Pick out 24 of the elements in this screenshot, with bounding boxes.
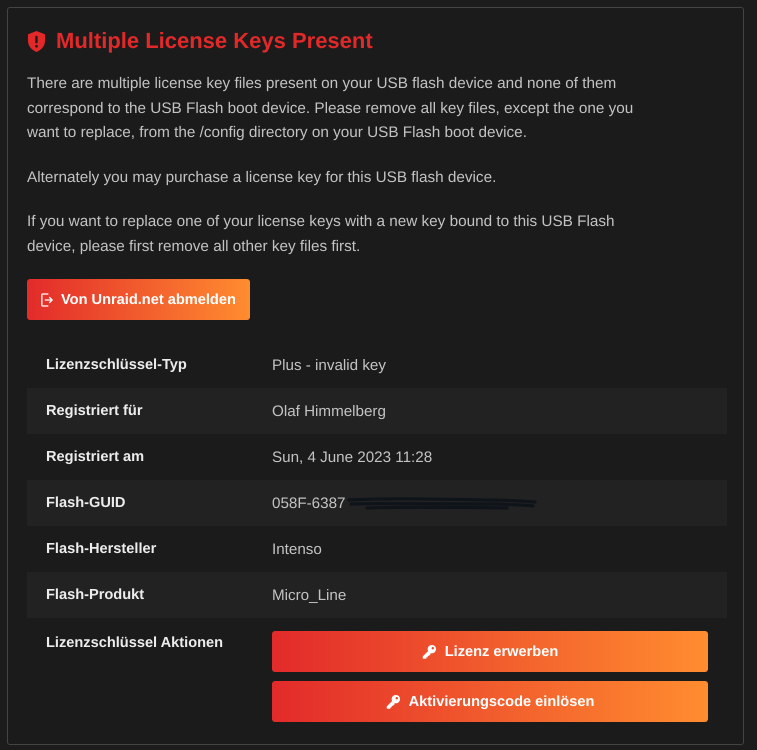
alert-paragraph: There are multiple license key files present on your USB flash device and none of them correspond to the USB Flash boot device. Please remove all key files, except the one you want to replace, from the /config directory on your USB Flash boot device. bbox=[27, 74, 634, 143]
row-value: Sun, 4 June 2023 11:28 bbox=[272, 448, 432, 466]
alert-paragraph: If you want to replace one of your license keys with a new key bound to this USB Flash device, please first remove all other key files first. bbox=[27, 212, 616, 256]
action-button[interactable]: Lizenz erwerben bbox=[272, 631, 708, 672]
row-label: Flash-GUID bbox=[45, 495, 126, 511]
action-button[interactable]: Aktivierungscode einlösen bbox=[272, 681, 708, 722]
key-icon bbox=[422, 644, 437, 659]
row-label: Registriert am bbox=[45, 449, 146, 465]
row-label: Lizenzschlüssel Aktionen bbox=[45, 634, 224, 651]
key-icon bbox=[386, 694, 401, 709]
row-label: Flash-Produkt bbox=[45, 587, 146, 603]
shield-alert-icon bbox=[27, 30, 46, 52]
row-value: Micro_Line bbox=[272, 586, 346, 604]
row-value: Intenso bbox=[272, 540, 322, 558]
sign-out-button[interactable]: Von Unraid.net abmelden bbox=[27, 279, 250, 320]
row-value: Olaf Himmelberg bbox=[272, 402, 386, 420]
row-value: Plus - invalid key bbox=[272, 356, 386, 374]
alert-paragraph: Alternately you may purchase a license key for this USB flash device. bbox=[27, 168, 498, 188]
row-label: Flash-Hersteller bbox=[45, 541, 158, 557]
row-label: Registriert für bbox=[45, 403, 144, 419]
row-label: Lizenzschlüssel-Typ bbox=[45, 357, 188, 373]
row-value: 058F-6387 bbox=[272, 494, 346, 512]
sign-out-icon bbox=[41, 292, 53, 306]
alert-title: Multiple License Keys Present bbox=[56, 28, 373, 54]
